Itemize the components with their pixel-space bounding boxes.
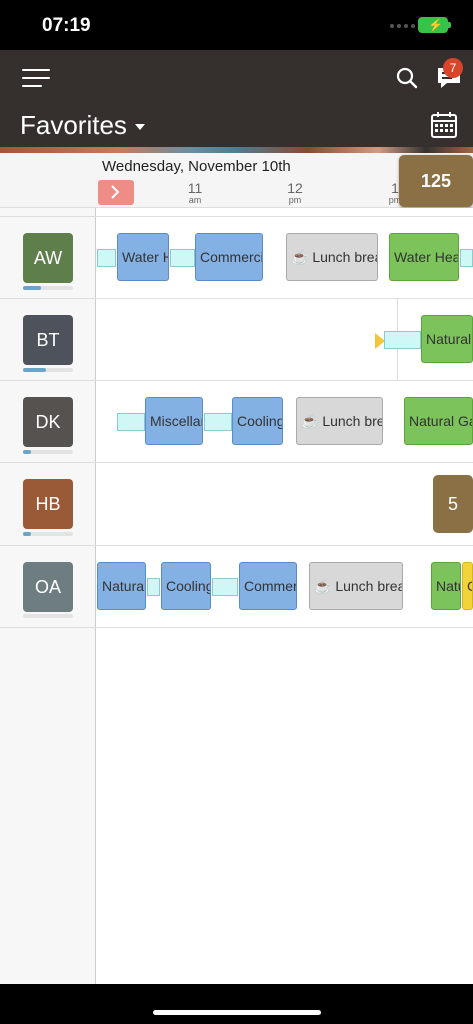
- home-area: [0, 984, 473, 1024]
- task-block[interactable]: Water Heater: [389, 233, 459, 281]
- home-indicator[interactable]: [153, 1010, 321, 1015]
- progress-bar: [23, 368, 73, 372]
- travel-segment: [212, 578, 238, 596]
- task-block[interactable]: Cooling: [161, 562, 211, 610]
- task-block[interactable]: Commercial: [239, 562, 297, 610]
- schedule-grid: AW Water Heater Commercial ☕ Lunch break…: [0, 208, 473, 984]
- task-block[interactable]: Natural Gas: [431, 562, 461, 610]
- task-block[interactable]: Cooling: [462, 562, 473, 610]
- hour-tick: 12 pm: [287, 180, 303, 205]
- progress-bar: [23, 286, 73, 290]
- unassigned-count[interactable]: 125: [399, 155, 473, 207]
- menu-icon[interactable]: [22, 69, 50, 87]
- travel-segment: [384, 331, 421, 349]
- progress-bar: [23, 614, 73, 618]
- app-header: 7 Favorites: [0, 50, 473, 147]
- avatar[interactable]: DK: [23, 397, 73, 447]
- travel-segment: [97, 249, 116, 267]
- view-selector[interactable]: Favorites: [20, 110, 127, 141]
- jump-to-now-button[interactable]: [98, 180, 134, 205]
- signal-icon: [390, 24, 415, 28]
- progress-bar: [23, 450, 73, 454]
- task-block[interactable]: ☕ Lunch break: [309, 562, 403, 610]
- notification-badge: 7: [443, 58, 463, 78]
- task-block[interactable]: Natural Gas: [404, 397, 473, 445]
- task-block[interactable]: ☕ Lunch break: [286, 233, 378, 281]
- hour-tick: 11 am: [187, 180, 203, 205]
- battery-icon: ⚡: [418, 17, 451, 33]
- avatar[interactable]: BT: [23, 315, 73, 365]
- chevron-right-icon: [111, 185, 120, 199]
- travel-segment: [170, 249, 195, 267]
- travel-segment: [460, 249, 473, 267]
- task-block[interactable]: Natural Gas: [97, 562, 146, 610]
- chevron-down-icon[interactable]: [135, 124, 145, 130]
- task-block[interactable]: ☕ Lunch break: [296, 397, 383, 445]
- progress-bar: [23, 532, 73, 536]
- hidden-jobs-count[interactable]: 5: [433, 475, 473, 533]
- task-block[interactable]: Cooling: [232, 397, 283, 445]
- avatar[interactable]: OA: [23, 562, 73, 612]
- travel-segment: [147, 578, 160, 596]
- task-block[interactable]: Water Heater: [117, 233, 169, 281]
- travel-segment: [204, 413, 232, 431]
- task-block[interactable]: Commercial: [195, 233, 263, 281]
- date-label: Wednesday, November 10th: [102, 158, 291, 175]
- status-bar: 07:19 ⚡: [0, 0, 473, 50]
- task-block[interactable]: Natural Gas: [421, 315, 473, 363]
- status-time: 07:19: [42, 15, 91, 36]
- avatar[interactable]: HB: [23, 479, 73, 529]
- travel-segment: [117, 413, 145, 431]
- task-block[interactable]: Miscellaneous: [145, 397, 203, 445]
- avatar[interactable]: AW: [23, 233, 73, 283]
- search-icon[interactable]: [396, 67, 418, 89]
- calendar-icon[interactable]: [431, 112, 457, 138]
